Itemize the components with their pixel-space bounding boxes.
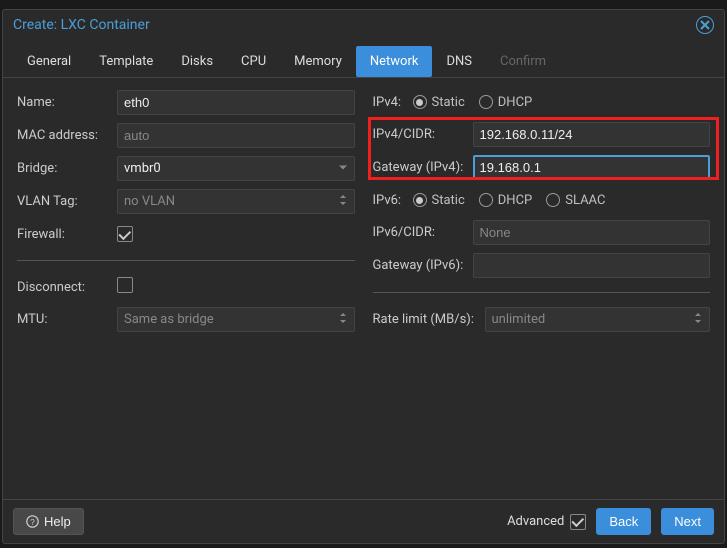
divider [17,260,355,261]
right-column: IPv4: Static DHCP IPv4/CIDR: Gateway (IP… [373,90,711,487]
ipv4-cidr-input[interactable] [473,122,711,147]
rate-label: Rate limit (MB/s): [373,312,485,327]
form-body: Name: MAC address: Bridge: vmbr0 VLAN Ta… [3,78,724,499]
mtu-label: MTU: [17,312,117,327]
ipv6-cidr-label: IPv6/CIDR: [373,225,473,240]
tab-dns[interactable]: DNS [432,46,486,77]
tab-general[interactable]: General [13,46,85,77]
mac-input[interactable] [117,123,355,148]
spinner-icon [693,311,703,329]
titlebar: Create: LXC Container [3,10,724,40]
tab-network[interactable]: Network [356,46,433,77]
svg-text:?: ? [30,518,35,527]
create-lxc-modal: Create: LXC Container General Template D… [2,9,725,544]
ipv6-static-radio[interactable]: Static [413,193,465,208]
ipv6-dhcp-radio[interactable]: DHCP [479,193,532,208]
ipv4-label: IPv4: [373,95,413,110]
mtu-input[interactable]: Same as bridge [117,307,355,332]
ipv4-gw-input[interactable] [473,155,711,180]
tab-confirm: Confirm [486,46,560,77]
next-button[interactable]: Next [661,508,714,535]
spinner-icon [338,311,348,329]
chevron-down-icon [338,161,348,176]
help-button[interactable]: ? Help [13,508,84,535]
window-title: Create: LXC Container [13,17,150,33]
help-icon: ? [26,515,39,528]
ipv4-cidr-label: IPv4/CIDR: [373,127,473,142]
name-input[interactable] [117,90,355,115]
name-label: Name: [17,95,117,110]
tab-template[interactable]: Template [85,46,167,77]
ipv6-label: IPv6: [373,193,413,208]
ipv4-dhcp-radio[interactable]: DHCP [479,95,532,110]
rate-input[interactable]: unlimited [485,307,711,332]
advanced-toggle[interactable]: Advanced [507,514,586,530]
vlan-input[interactable]: no VLAN [117,189,355,214]
tab-cpu[interactable]: CPU [227,46,280,77]
bridge-select[interactable]: vmbr0 [117,156,355,181]
ipv6-gw-input[interactable] [473,253,711,278]
spinner-icon [338,193,348,211]
ipv6-slaac-radio[interactable]: SLAAC [546,193,605,208]
ipv4-gw-label: Gateway (IPv4): [373,160,473,175]
close-icon[interactable] [696,16,714,34]
wizard-tabs: General Template Disks CPU Memory Networ… [3,40,724,78]
advanced-checkbox[interactable] [570,514,586,530]
tab-memory[interactable]: Memory [280,46,356,77]
firewall-label: Firewall: [17,227,117,242]
back-button[interactable]: Back [596,508,651,535]
ipv6-cidr-input[interactable] [473,220,711,245]
vlan-label: VLAN Tag: [17,194,117,209]
firewall-checkbox[interactable] [117,226,133,242]
footer: ? Help Advanced Back Next [3,499,724,543]
ipv4-static-radio[interactable]: Static [413,95,465,110]
left-column: Name: MAC address: Bridge: vmbr0 VLAN Ta… [17,90,355,487]
divider [373,292,711,293]
bridge-label: Bridge: [17,161,117,176]
mac-label: MAC address: [17,128,117,143]
disconnect-checkbox[interactable] [117,277,133,293]
tab-disks[interactable]: Disks [167,46,227,77]
ipv6-gw-label: Gateway (IPv6): [373,258,473,273]
disconnect-label: Disconnect: [17,280,117,295]
